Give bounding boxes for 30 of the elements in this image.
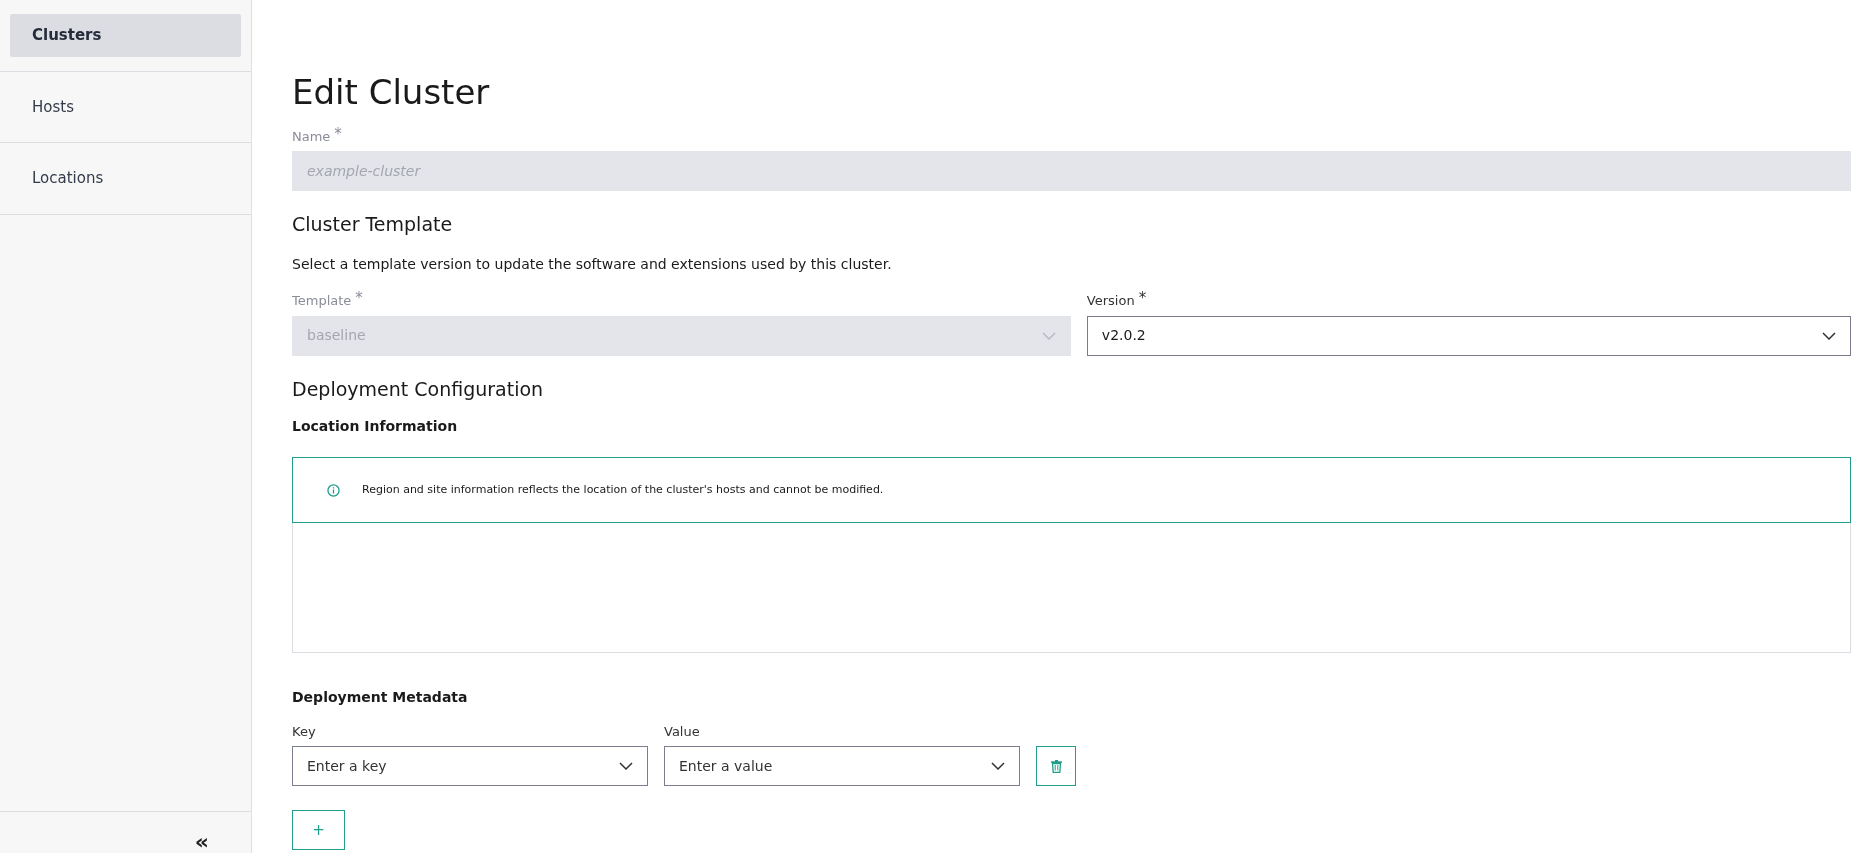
chevron-down-icon xyxy=(1041,331,1056,340)
field-label: Version xyxy=(1086,292,1135,311)
section-description: Select a template version to update the software and extensions used by this cluster. xyxy=(292,255,893,275)
field-label: Key xyxy=(292,723,316,741)
field-label: Name xyxy=(292,127,331,146)
field-label: Value xyxy=(664,723,700,741)
required-mark: * xyxy=(334,126,342,145)
page-title: Edit Cluster xyxy=(292,72,491,113)
info-icon xyxy=(327,483,340,497)
required-mark: * xyxy=(1138,291,1147,310)
key-field[interactable]: Enter a key xyxy=(292,746,648,787)
select-field: baseline xyxy=(292,315,1071,356)
trash-icon xyxy=(1050,760,1062,773)
sidebar-item[interactable]: Clusters xyxy=(10,14,241,57)
section-heading: Deployment Configuration xyxy=(292,377,545,401)
sidebar-item[interactable]: Locations xyxy=(10,157,241,200)
subsection-heading: Location Information xyxy=(292,418,459,436)
notice-text: Region and site information reflects the location of the cluster's hosts and cannot be modified. xyxy=(362,481,884,498)
field-label: Template xyxy=(292,292,352,311)
chevron-down-icon xyxy=(1822,331,1836,340)
sidebar-item[interactable]: Hosts xyxy=(10,85,241,128)
select-field[interactable]: v2.0.2 xyxy=(1086,315,1851,356)
chevron-down-icon xyxy=(619,762,633,771)
required-mark: * xyxy=(355,291,363,310)
value-field[interactable]: Enter a value xyxy=(664,746,1020,787)
chevron-down-icon xyxy=(991,762,1005,771)
subsection-heading: Deployment Metadata xyxy=(292,689,469,706)
section-heading: Cluster Template xyxy=(292,213,454,237)
delete-button[interactable] xyxy=(1036,746,1076,787)
collapse-sidebar-button[interactable]: « xyxy=(194,831,209,853)
